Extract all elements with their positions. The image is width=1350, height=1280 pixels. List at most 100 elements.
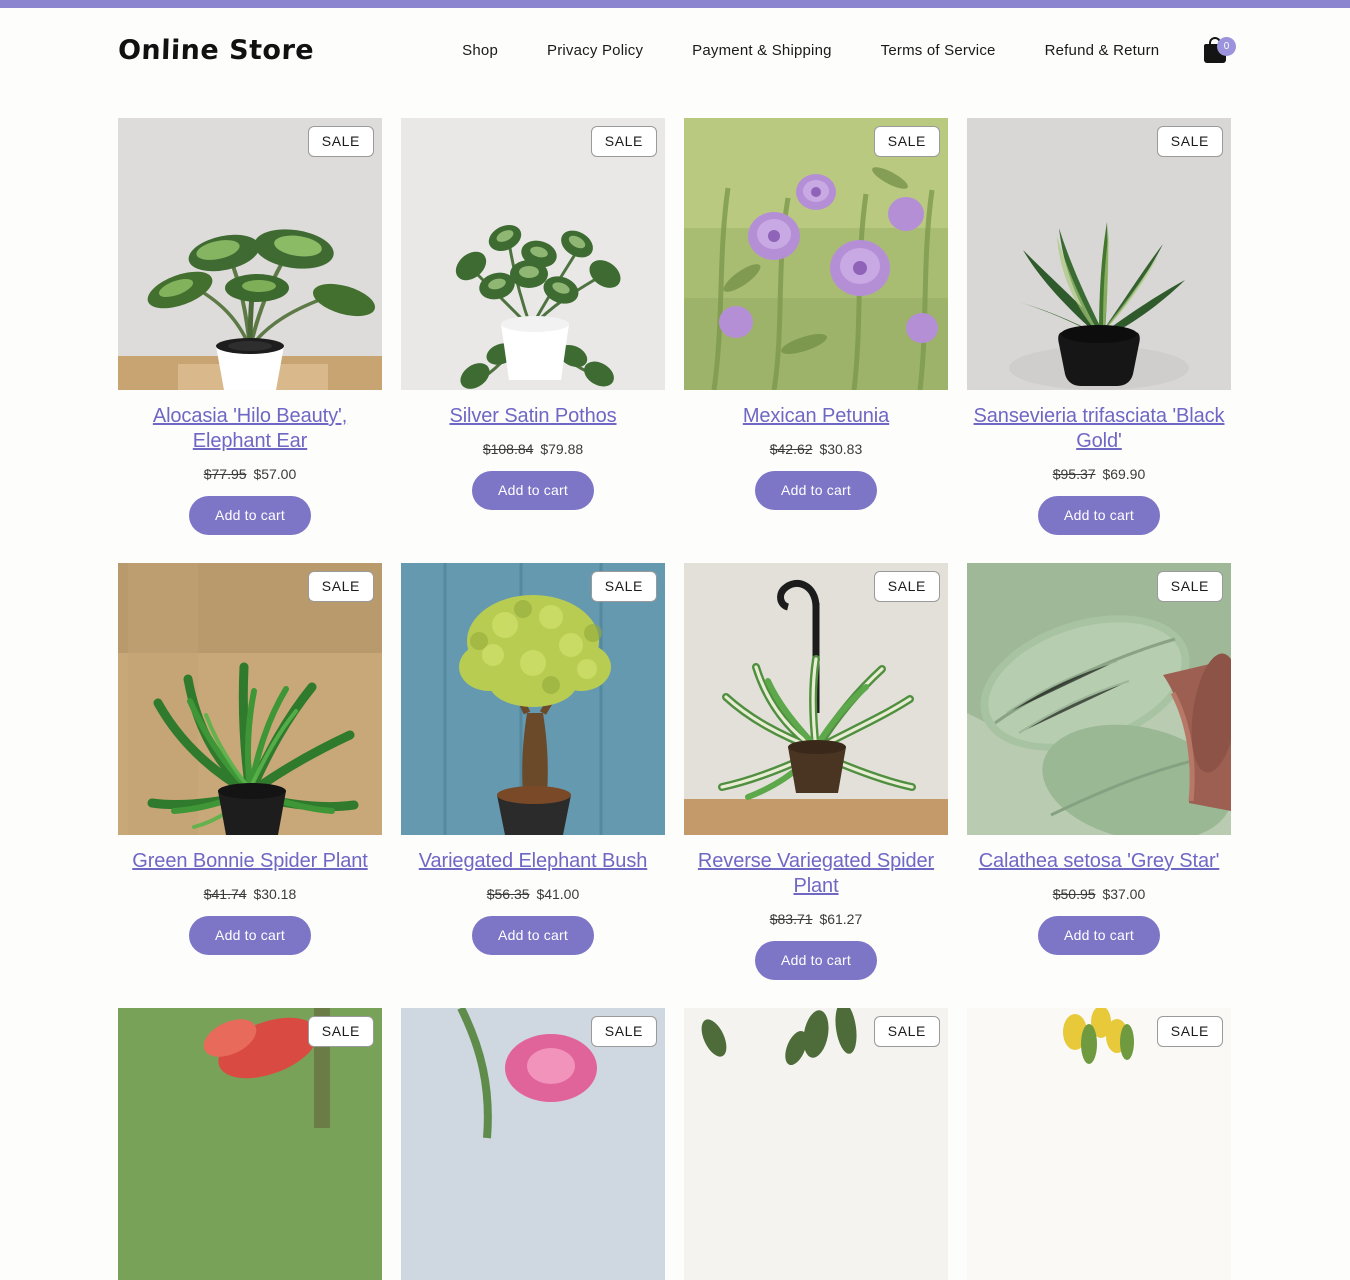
site-logo[interactable]: Online Store — [117, 35, 314, 66]
sale-badge: SALE — [873, 1016, 940, 1047]
sale-badge: SALE — [590, 126, 657, 157]
sale-badge: SALE — [307, 126, 374, 157]
product-price: $83.71 $61.27 — [770, 911, 863, 927]
add-to-cart-button[interactable]: Add to cart — [472, 916, 594, 955]
cart-button[interactable]: 0 — [1198, 36, 1238, 70]
product-image-wrap[interactable]: SALE — [967, 118, 1231, 390]
product-original-price: $50.95 — [1052, 886, 1096, 902]
product-sale-price: $57.00 — [253, 466, 297, 482]
product-image-wrap[interactable]: SALE — [684, 563, 948, 835]
nav-item-terms-of-service[interactable]: Terms of Service — [881, 42, 996, 59]
top-accent-bar — [0, 0, 1350, 8]
product-original-price: $41.74 — [203, 886, 247, 902]
product-card[interactable]: SALE — [118, 1008, 382, 1280]
product-image-partial-4 — [967, 1008, 1231, 1280]
product-image-sansevieria — [967, 118, 1231, 390]
product-original-price: $108.84 — [482, 441, 534, 457]
product-image-wrap[interactable]: SALE — [967, 563, 1231, 835]
sale-badge: SALE — [590, 571, 657, 602]
product-card[interactable]: SALE Silver Satin Pothos $108.84 $79.88 … — [401, 118, 665, 535]
product-original-price: $42.62 — [769, 441, 813, 457]
product-card[interactable]: SALE Sansevieria trifasciata 'Black Gold… — [967, 118, 1231, 535]
product-title[interactable]: Variegated Elephant Bush — [415, 849, 652, 874]
sale-badge: SALE — [307, 1016, 374, 1047]
product-image-wrap[interactable]: SALE — [118, 118, 382, 390]
product-image-petunia — [684, 118, 948, 390]
product-image-partial-2 — [401, 1008, 665, 1280]
product-original-price: $56.35 — [486, 886, 530, 902]
product-title[interactable]: Alocasia 'Hilo Beauty', Elephant Ear — [118, 404, 382, 454]
product-card[interactable]: SALE — [684, 1008, 948, 1280]
product-original-price: $77.95 — [203, 466, 247, 482]
product-card[interactable]: SALE Mexican Petunia $42.62 $30.83 Add t… — [684, 118, 948, 535]
product-card[interactable]: SALE Reverse Variegated Spider Plant $83… — [684, 563, 948, 980]
product-price: $108.84 $79.88 — [483, 441, 583, 457]
product-title[interactable]: Mexican Petunia — [739, 404, 893, 429]
product-card[interactable]: SALE Calathea setosa 'Grey Star' $50.95 … — [967, 563, 1231, 980]
product-card[interactable]: SALE Variegated Elephant Bush $56.35 $41… — [401, 563, 665, 980]
product-image-elephant-bush — [401, 563, 665, 835]
product-card[interactable]: SALE — [967, 1008, 1231, 1280]
product-image-wrap[interactable]: SALE — [684, 1008, 948, 1280]
product-image-wrap[interactable]: SALE — [684, 118, 948, 390]
product-image-reverse-spider — [684, 563, 948, 835]
product-sale-price: $41.00 — [536, 886, 580, 902]
product-price: $41.74 $30.18 — [204, 886, 297, 902]
add-to-cart-button[interactable]: Add to cart — [755, 471, 877, 510]
sale-badge: SALE — [1156, 571, 1223, 602]
add-to-cart-button[interactable]: Add to cart — [1038, 916, 1160, 955]
sale-badge: SALE — [307, 571, 374, 602]
product-image-wrap[interactable]: SALE — [401, 1008, 665, 1280]
add-to-cart-button[interactable]: Add to cart — [189, 916, 311, 955]
sale-badge: SALE — [590, 1016, 657, 1047]
sale-badge: SALE — [1156, 126, 1223, 157]
product-grid: SALE Alocasia 'Hilo Beauty', Elephant Ea… — [0, 92, 1350, 1280]
product-image-green-bonnie — [118, 563, 382, 835]
product-sale-price: $69.90 — [1102, 466, 1146, 482]
product-sale-price: $30.18 — [253, 886, 297, 902]
add-to-cart-button[interactable]: Add to cart — [755, 941, 877, 980]
sale-badge: SALE — [873, 126, 940, 157]
product-image-pothos — [401, 118, 665, 390]
product-title[interactable]: Calathea setosa 'Grey Star' — [975, 849, 1224, 874]
product-price: $42.62 $30.83 — [770, 441, 863, 457]
product-sale-price: $79.88 — [540, 441, 584, 457]
product-image-partial-3 — [684, 1008, 948, 1280]
product-sale-price: $37.00 — [1102, 886, 1146, 902]
nav-item-privacy-policy[interactable]: Privacy Policy — [547, 42, 643, 59]
product-card[interactable]: SALE Alocasia 'Hilo Beauty', Elephant Ea… — [118, 118, 382, 535]
add-to-cart-button[interactable]: Add to cart — [189, 496, 311, 535]
sale-badge: SALE — [873, 571, 940, 602]
add-to-cart-button[interactable]: Add to cart — [1038, 496, 1160, 535]
nav-item-payment-shipping[interactable]: Payment & Shipping — [692, 42, 832, 59]
product-title[interactable]: Green Bonnie Spider Plant — [128, 849, 371, 874]
site-header: Online Store Shop Privacy Policy Payment… — [0, 8, 1350, 92]
product-image-calathea — [967, 563, 1231, 835]
nav-item-shop[interactable]: Shop — [462, 42, 498, 59]
add-to-cart-button[interactable]: Add to cart — [472, 471, 594, 510]
product-title[interactable]: Reverse Variegated Spider Plant — [684, 849, 948, 899]
main-navigation: Shop Privacy Policy Payment & Shipping T… — [462, 42, 1159, 59]
product-image-alocasia — [118, 118, 382, 390]
product-image-partial-1 — [118, 1008, 382, 1280]
product-image-wrap[interactable]: SALE — [118, 563, 382, 835]
nav-item-refund-return[interactable]: Refund & Return — [1045, 42, 1160, 59]
product-card[interactable]: SALE — [401, 1008, 665, 1280]
product-price: $56.35 $41.00 — [487, 886, 580, 902]
product-image-wrap[interactable]: SALE — [401, 563, 665, 835]
product-image-wrap[interactable]: SALE — [118, 1008, 382, 1280]
product-image-wrap[interactable]: SALE — [401, 118, 665, 390]
sale-badge: SALE — [1156, 1016, 1223, 1047]
product-original-price: $83.71 — [769, 911, 813, 927]
cart-count-badge: 0 — [1217, 37, 1236, 56]
product-price: $50.95 $37.00 — [1053, 886, 1146, 902]
product-price: $77.95 $57.00 — [204, 466, 297, 482]
product-price: $95.37 $69.90 — [1053, 466, 1146, 482]
product-title[interactable]: Sansevieria trifasciata 'Black Gold' — [967, 404, 1231, 454]
product-image-wrap[interactable]: SALE — [967, 1008, 1231, 1280]
product-title[interactable]: Silver Satin Pothos — [445, 404, 620, 429]
product-sale-price: $30.83 — [819, 441, 863, 457]
product-card[interactable]: SALE Green Bonnie Spider Plant $41.74 $3… — [118, 563, 382, 980]
product-sale-price: $61.27 — [819, 911, 863, 927]
product-original-price: $95.37 — [1052, 466, 1096, 482]
